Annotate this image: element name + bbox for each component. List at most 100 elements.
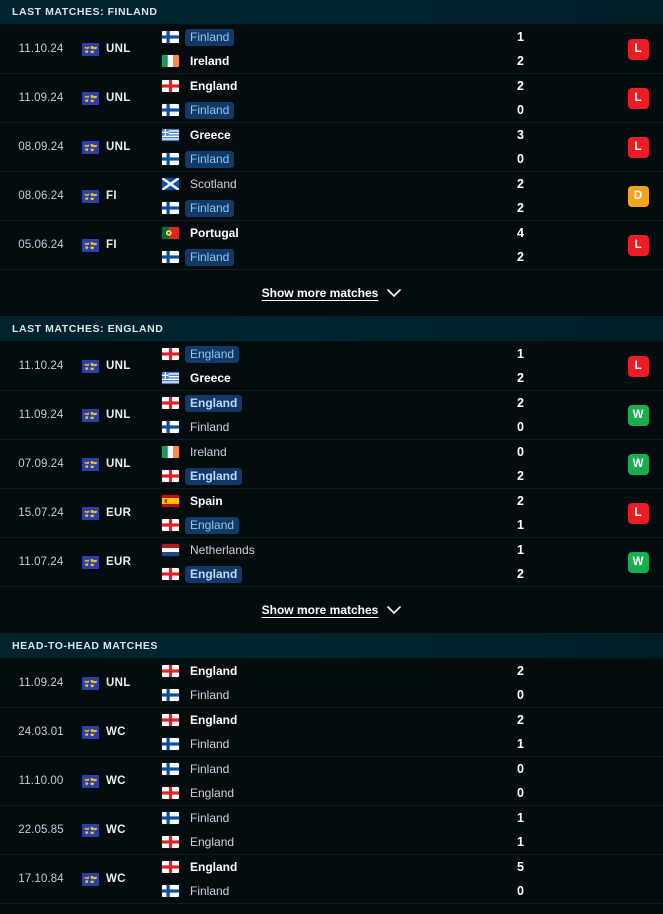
result-badge: L xyxy=(627,234,649,256)
match-date: 11.10.24 xyxy=(18,43,64,55)
team-name-home[interactable]: Ireland xyxy=(185,444,232,461)
competition-cell[interactable]: FI xyxy=(82,189,154,203)
teams-cell: Finland England xyxy=(154,762,517,801)
table-row[interactable]: 24.03.01 WC England Finland 2 1 xyxy=(0,708,663,757)
team-name-away[interactable]: Finland xyxy=(185,419,234,436)
match-date: 11.09.24 xyxy=(18,677,64,689)
competition-cell[interactable]: WC xyxy=(82,774,154,788)
flag-icon-ie xyxy=(162,446,179,458)
team-name-away[interactable]: Finland xyxy=(185,687,234,704)
world-map-icon xyxy=(82,42,99,56)
table-row[interactable]: 22.05.85 WC Finland England 1 1 xyxy=(0,806,663,855)
world-map-icon xyxy=(82,555,99,569)
team-name-away[interactable]: Finland xyxy=(185,736,234,753)
team-line-home: England xyxy=(162,664,517,679)
flag-icon-sco xyxy=(162,178,179,190)
team-name-home[interactable]: Scotland xyxy=(185,176,242,193)
world-map-icon xyxy=(82,359,99,373)
scores-cell: 30 xyxy=(517,128,613,167)
result-badge: W xyxy=(627,404,649,426)
team-line-home: Greece xyxy=(162,128,517,143)
match-date: 11.10.24 xyxy=(18,360,64,372)
result-cell: L xyxy=(613,234,663,256)
competition-cell[interactable]: UNL xyxy=(82,140,154,154)
score-away: 0 xyxy=(517,883,524,898)
team-name-home[interactable]: England xyxy=(185,712,242,729)
table-row[interactable]: 11.09.24 UNL England Finland 2 0 W xyxy=(0,391,663,440)
result-cell: D xyxy=(613,185,663,207)
competition-label: UNL xyxy=(106,141,131,153)
result-cell: W xyxy=(613,453,663,475)
table-row[interactable]: 11.09.24 UNL England Finland 2 0 L xyxy=(0,74,663,123)
team-name-away[interactable]: Finland xyxy=(185,150,235,168)
team-name-home[interactable]: Netherlands xyxy=(185,542,260,559)
scores-cell: 21 xyxy=(517,713,613,752)
score-away: 2 xyxy=(517,249,524,264)
team-line-home: Ireland xyxy=(162,445,517,460)
table-row[interactable]: 17.10.84 WC England Finland 5 0 xyxy=(0,855,663,904)
competition-cell[interactable]: UNL xyxy=(82,42,154,56)
team-line-home: Scotland xyxy=(162,177,517,192)
table-row[interactable]: 11.07.24 EUR Netherlands England 1 2 W xyxy=(0,538,663,587)
competition-cell[interactable]: WC xyxy=(82,872,154,886)
team-name-home[interactable]: Finland xyxy=(185,761,234,778)
team-name-away[interactable]: Finland xyxy=(185,199,235,217)
team-name-away[interactable]: Ireland xyxy=(185,53,234,70)
team-name-away[interactable]: England xyxy=(185,785,239,802)
team-name-home[interactable]: England xyxy=(185,345,240,363)
team-name-away[interactable]: England xyxy=(185,834,239,851)
section-header-last-matches-finland: LAST MATCHES: FINLAND xyxy=(0,0,663,25)
team-name-away[interactable]: Finland xyxy=(185,248,235,266)
score-away: 0 xyxy=(517,419,524,434)
team-name-away[interactable]: Finland xyxy=(185,883,234,900)
table-row[interactable]: 11.10.00 WC Finland England 0 0 xyxy=(0,757,663,806)
team-name-away[interactable]: England xyxy=(185,467,243,485)
team-name-away[interactable]: Finland xyxy=(185,101,235,119)
competition-cell[interactable]: UNL xyxy=(82,676,154,690)
world-map-icon xyxy=(82,872,99,886)
competition-cell[interactable]: WC xyxy=(82,725,154,739)
team-name-away[interactable]: England xyxy=(185,565,243,583)
team-name-away[interactable]: Greece xyxy=(185,370,236,387)
competition-label: FI xyxy=(106,239,117,251)
competition-cell[interactable]: UNL xyxy=(82,359,154,373)
table-row[interactable]: 11.10.24 UNL Finland Ireland 1 2 L xyxy=(0,25,663,74)
table-row[interactable]: 07.09.24 UNL Ireland England 0 2 W xyxy=(0,440,663,489)
competition-cell[interactable]: WC xyxy=(82,823,154,837)
result-badge: L xyxy=(627,502,649,524)
flag-icon-fi xyxy=(162,31,179,43)
team-name-home[interactable]: England xyxy=(185,859,242,876)
team-name-home[interactable]: Greece xyxy=(185,127,236,144)
table-row[interactable]: 11.09.24 UNL England Finland 2 0 xyxy=(0,659,663,708)
table-row[interactable]: 08.09.24 UNL Greece Finland 3 0 L xyxy=(0,123,663,172)
show-more-matches-button[interactable]: Show more matches xyxy=(0,270,663,317)
flag-icon-eng xyxy=(162,836,179,848)
score-away: 1 xyxy=(517,834,524,849)
table-row[interactable]: 05.06.24 FI Portugal Finland 4 2 L xyxy=(0,221,663,270)
team-name-home[interactable]: Spain xyxy=(185,493,228,510)
flag-icon-fi xyxy=(162,153,179,165)
competition-label: WC xyxy=(106,775,126,787)
team-line-away: England xyxy=(162,786,517,801)
team-name-home[interactable]: England xyxy=(185,663,242,680)
competition-cell[interactable]: UNL xyxy=(82,91,154,105)
team-line-home: Portugal xyxy=(162,226,517,241)
show-more-matches-button[interactable]: Show more matches xyxy=(0,587,663,634)
competition-cell[interactable]: FI xyxy=(82,238,154,252)
table-row[interactable]: 08.06.24 FI Scotland Finland 2 2 D xyxy=(0,172,663,221)
team-name-home[interactable]: Finland xyxy=(185,810,234,827)
team-name-home[interactable]: England xyxy=(185,394,243,412)
flag-icon-eng xyxy=(162,348,179,360)
competition-cell[interactable]: EUR xyxy=(82,506,154,520)
team-name-away[interactable]: England xyxy=(185,516,240,534)
competition-cell[interactable]: EUR xyxy=(82,555,154,569)
table-row[interactable]: 15.07.24 EUR Spain England 2 1 L xyxy=(0,489,663,538)
flag-icon-ie xyxy=(162,55,179,67)
competition-cell[interactable]: UNL xyxy=(82,457,154,471)
team-name-home[interactable]: Portugal xyxy=(185,225,244,242)
table-row[interactable]: 11.10.24 UNL England Greece 1 2 L xyxy=(0,342,663,391)
team-name-home[interactable]: Finland xyxy=(185,28,235,46)
competition-cell[interactable]: UNL xyxy=(82,408,154,422)
teams-cell: Finland Ireland xyxy=(154,28,517,70)
team-name-home[interactable]: England xyxy=(185,78,242,95)
